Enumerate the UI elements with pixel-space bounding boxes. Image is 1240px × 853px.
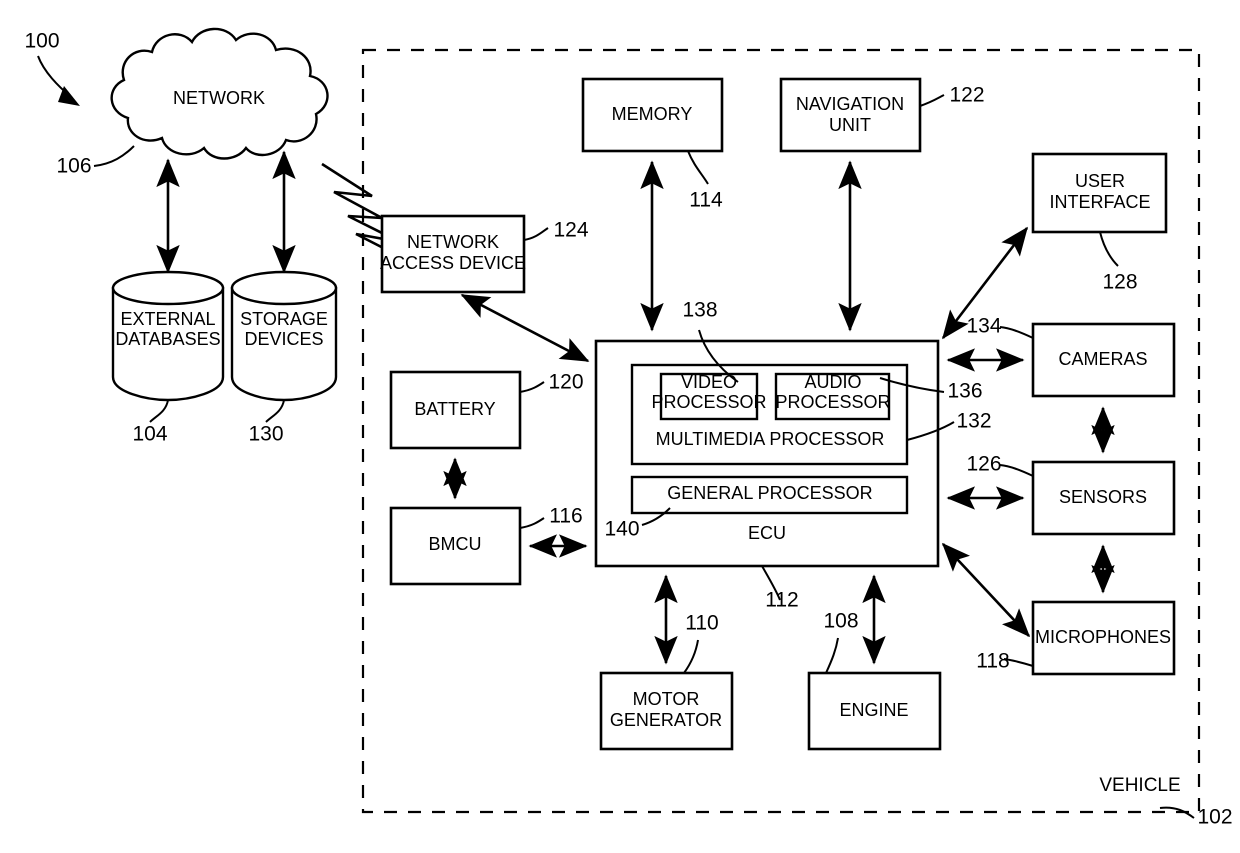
motor-generator-label-line2: GENERATOR bbox=[610, 710, 722, 730]
memory-reference-leader bbox=[687, 150, 709, 185]
engine-label: ENGINE bbox=[839, 700, 908, 720]
ecu-group: ECU 112 MULTIMEDIA PROCESSOR 132 VIDEO P… bbox=[594, 299, 992, 612]
external-databases-top bbox=[111, 270, 225, 306]
sensors-reference-label: 126 bbox=[966, 453, 1001, 476]
battery-group: BATTERY 120 bbox=[389, 371, 584, 450]
navigation-unit-reference-label: 122 bbox=[949, 84, 984, 107]
network-access-device-reference-leader bbox=[523, 227, 549, 241]
network-cloud-label: NETWORK bbox=[173, 88, 265, 108]
patent-figure-canvas: 100 VEHICLE 102 NETWORK 106 EXTERNAL DAT… bbox=[0, 0, 1240, 853]
cameras-label: CAMERAS bbox=[1058, 349, 1147, 369]
network-access-device-label-line2: ACCESS DEVICE bbox=[380, 253, 526, 273]
external-databases-group: EXTERNAL DATABASES 104 bbox=[111, 270, 225, 446]
bmcu-reference-label: 116 bbox=[549, 505, 582, 528]
engine-reference-leader bbox=[825, 637, 839, 674]
storage-devices-group: STORAGE DEVICES 130 bbox=[230, 270, 338, 446]
audio-processor-label-line1: AUDIO bbox=[804, 372, 861, 392]
sensors-label: SENSORS bbox=[1059, 487, 1147, 507]
ecu-label: ECU bbox=[748, 523, 786, 543]
microphones-reference-label: 118 bbox=[976, 650, 1009, 673]
user-interface-reference-leader bbox=[1099, 231, 1119, 267]
memory-label: MEMORY bbox=[612, 104, 693, 124]
battery-reference-label: 120 bbox=[548, 371, 583, 394]
external-databases-reference-leader bbox=[149, 399, 169, 423]
network-access-device-group: NETWORK ACCESS DEVICE 124 bbox=[380, 214, 589, 294]
ecu-reference-label: 112 bbox=[765, 589, 798, 612]
storage-devices-label-line1: STORAGE bbox=[240, 309, 328, 329]
figure-reference-label: 100 bbox=[24, 30, 59, 53]
external-databases-label-line1: EXTERNAL bbox=[120, 309, 215, 329]
motor-generator-reference-label: 110 bbox=[685, 612, 718, 635]
motor-generator-label-line1: MOTOR bbox=[633, 689, 700, 709]
connector-ecu-microphones bbox=[941, 542, 1031, 638]
bmcu-group: BMCU 116 bbox=[389, 505, 583, 586]
user-interface-reference-label: 128 bbox=[1102, 271, 1137, 294]
user-interface-label-line2: INTERFACE bbox=[1049, 192, 1150, 212]
cameras-reference-leader bbox=[999, 326, 1034, 339]
navigation-unit-label-line1: NAVIGATION bbox=[796, 94, 904, 114]
network-access-device-reference-label: 124 bbox=[553, 219, 588, 242]
cameras-reference-label: 134 bbox=[966, 315, 1001, 338]
navigation-unit-label-line2: UNIT bbox=[829, 115, 871, 135]
vehicle-system-diagram: 100 VEHICLE 102 NETWORK 106 EXTERNAL DAT… bbox=[24, 27, 1233, 829]
user-interface-group: USER INTERFACE 128 bbox=[1031, 152, 1168, 294]
audio-processor-label-line2: PROCESSOR bbox=[775, 392, 890, 412]
video-processor-label-line2: PROCESSOR bbox=[651, 392, 766, 412]
video-processor-reference-label: 138 bbox=[682, 299, 717, 322]
network-reference-leader bbox=[93, 145, 135, 167]
network-access-device-label-line1: NETWORK bbox=[407, 232, 499, 252]
engine-reference-label: 108 bbox=[823, 610, 858, 633]
navigation-unit-group: NAVIGATION UNIT 122 bbox=[779, 77, 985, 153]
storage-devices-reference-label: 130 bbox=[248, 423, 283, 446]
general-processor-label: GENERAL PROCESSOR bbox=[667, 483, 872, 503]
general-processor-reference-label: 140 bbox=[604, 518, 639, 541]
figure-reference-100: 100 bbox=[24, 30, 80, 106]
bmcu-label: BMCU bbox=[429, 534, 482, 554]
memory-reference-label: 114 bbox=[689, 189, 723, 212]
network-cloud-group: NETWORK 106 bbox=[56, 27, 329, 178]
vehicle-boundary-label: VEHICLE bbox=[1099, 775, 1180, 796]
connector-network-access-device-ecu bbox=[460, 293, 590, 363]
storage-devices-label-line2: DEVICES bbox=[244, 329, 323, 349]
user-interface-label-line1: USER bbox=[1075, 171, 1125, 191]
battery-reference-leader bbox=[519, 381, 545, 393]
multimedia-processor-label: MULTIMEDIA PROCESSOR bbox=[656, 429, 885, 449]
multimedia-processor-reference-label: 132 bbox=[956, 410, 991, 433]
external-databases-reference-label: 104 bbox=[132, 423, 167, 446]
microphones-label: MICROPHONES bbox=[1035, 627, 1171, 647]
motor-generator-reference-leader bbox=[683, 639, 699, 674]
network-reference-label: 106 bbox=[56, 155, 91, 178]
battery-label: BATTERY bbox=[414, 399, 495, 419]
sensors-group: SENSORS 126 bbox=[966, 453, 1176, 536]
storage-devices-top bbox=[230, 270, 338, 306]
bmcu-reference-leader bbox=[519, 517, 545, 529]
vehicle-boundary-reference: 102 bbox=[1197, 806, 1232, 829]
sensors-reference-leader bbox=[999, 464, 1034, 477]
audio-processor-reference-label: 136 bbox=[947, 380, 982, 403]
navigation-unit-reference-leader bbox=[919, 94, 945, 107]
external-databases-label-line2: DATABASES bbox=[115, 329, 220, 349]
cameras-group: CAMERAS 134 bbox=[966, 315, 1176, 398]
storage-devices-reference-leader bbox=[265, 399, 285, 423]
